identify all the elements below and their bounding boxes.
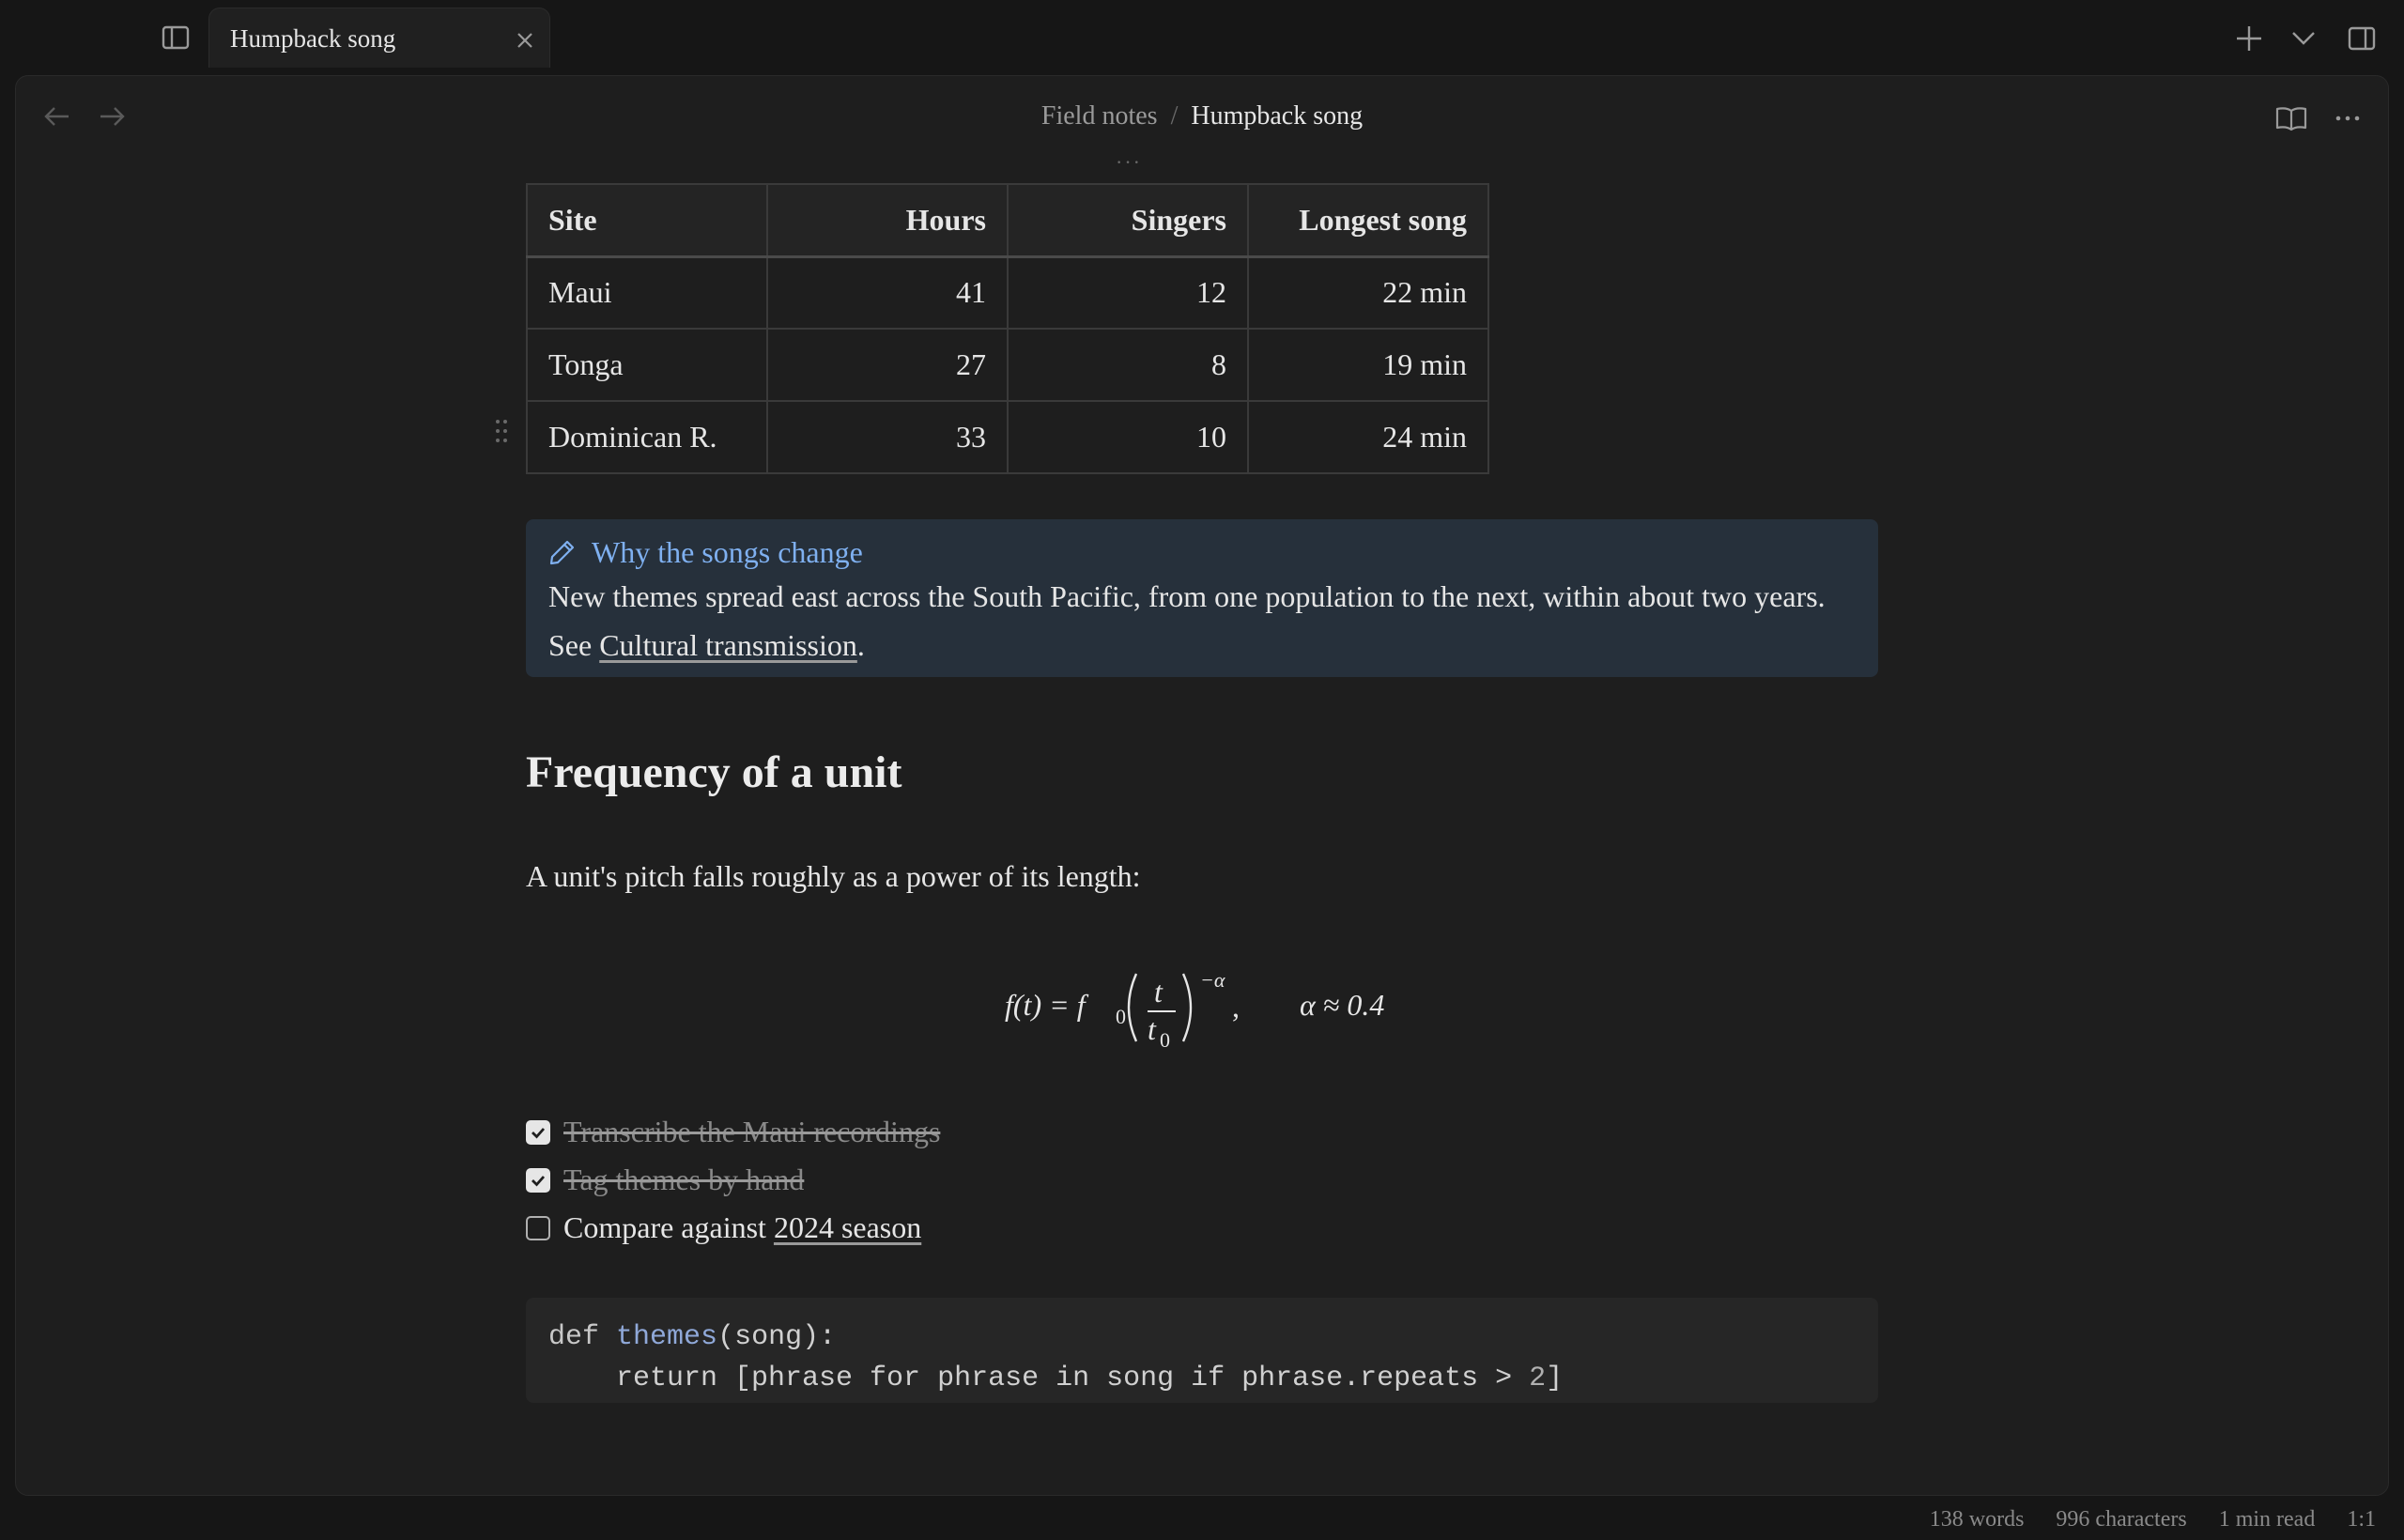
- table-cell[interactable]: 10: [1007, 400, 1249, 474]
- table-cell[interactable]: 22 min: [1247, 255, 1489, 330]
- pencil-icon: [549, 540, 575, 565]
- plus-icon[interactable]: [2231, 21, 2267, 56]
- table-cell[interactable]: Tonga: [526, 328, 768, 402]
- equation-denominator: t: [1148, 1012, 1157, 1046]
- note-content: Site Hours Singers Longest song Maui 41 …: [496, 183, 1878, 1403]
- task-item: Transcribe the Maui recordings: [526, 1108, 940, 1156]
- equation-lhs: f(t) = f: [1005, 988, 1089, 1022]
- table-cell[interactable]: 19 min: [1247, 328, 1489, 402]
- title-bar: Humpback song: [0, 0, 2404, 75]
- code-signature: (song):: [717, 1321, 837, 1353]
- checkbox-checked[interactable]: [526, 1167, 550, 1193]
- equation-den-subscript: 0: [1160, 1028, 1170, 1052]
- sidebar-toggle-icon[interactable]: [156, 21, 195, 54]
- data-table: Site Hours Singers Longest song Maui 41 …: [526, 183, 1489, 474]
- code-keyword: def: [548, 1321, 600, 1353]
- task-item: Tag themes by hand: [526, 1156, 940, 1204]
- code-block[interactable]: def themes(song): return [phrase for phr…: [526, 1298, 1878, 1403]
- callout-body-end: .: [856, 628, 865, 662]
- book-open-icon[interactable]: [2273, 100, 2310, 137]
- code-line: return [phrase for phrase in song if phr…: [548, 1363, 1530, 1394]
- code-number: 2: [1529, 1363, 1547, 1394]
- table-header-cell[interactable]: Longest song: [1247, 183, 1489, 257]
- close-icon[interactable]: [514, 29, 536, 52]
- table-row: Dominican R. 33 10 24 min: [526, 400, 1489, 474]
- table-cell[interactable]: 8: [1007, 328, 1249, 402]
- table-cell[interactable]: 12: [1007, 255, 1249, 330]
- callout-title-text: Why the songs change: [592, 535, 863, 569]
- table-header-cell[interactable]: Singers: [1007, 183, 1249, 257]
- equation-numerator: t: [1154, 975, 1163, 1009]
- code-function-name: themes: [616, 1321, 718, 1353]
- status-cursor-position[interactable]: 1:1: [2347, 1507, 2376, 1532]
- status-word-count[interactable]: 138 words: [1930, 1507, 2025, 1532]
- tab-title: Humpback song: [230, 24, 396, 53]
- equation-comma: ,: [1232, 990, 1240, 1024]
- status-read-time[interactable]: 1 min read: [2219, 1507, 2316, 1532]
- equation-alpha: α ≈ 0.4: [1300, 988, 1384, 1022]
- breadcrumb-parent[interactable]: Field notes: [1041, 101, 1158, 131]
- table-header-cell[interactable]: Site: [526, 183, 768, 257]
- paragraph: A unit's pitch falls roughly as a power …: [526, 859, 1141, 893]
- section-heading: Frequency of a unit: [526, 747, 902, 797]
- breadcrumb-separator: /: [1170, 101, 1179, 131]
- more-horizontal-icon[interactable]: [2329, 100, 2366, 137]
- internal-link[interactable]: Cultural transmission: [599, 628, 857, 662]
- task-text: Tag themes by hand: [563, 1163, 805, 1196]
- table-row: Tonga 27 8 19 min: [526, 328, 1489, 402]
- equation-subscript: 0: [1116, 1005, 1126, 1028]
- task-text: Transcribe the Maui recordings: [563, 1115, 941, 1148]
- chevron-down-icon[interactable]: [2286, 21, 2321, 56]
- checkbox-checked[interactable]: [526, 1119, 550, 1145]
- table-row: Maui 41 12 22 min: [526, 255, 1489, 330]
- breadcrumb: Field notes / Humpback song: [0, 98, 2404, 135]
- fold-indicator-icon: ···: [1116, 150, 1142, 174]
- math-equation: f(t) = f 0 t t 0 −α , α ≈ 0.4: [1005, 968, 1384, 1052]
- internal-link[interactable]: 2024 season: [774, 1210, 921, 1244]
- breadcrumb-current[interactable]: Humpback song: [1191, 101, 1363, 131]
- checkbox-unchecked[interactable]: [526, 1215, 550, 1240]
- task-text: Compare against 2024 season: [563, 1210, 921, 1245]
- table-cell[interactable]: 24 min: [1247, 400, 1489, 474]
- code-line-end: ]: [1546, 1363, 1564, 1394]
- callout-note: Why the songs change New themes spread e…: [526, 519, 1878, 677]
- table-header-cell[interactable]: Hours: [766, 183, 1009, 257]
- task-text-prefix: Compare against: [563, 1210, 774, 1244]
- sidebar-right-icon[interactable]: [2342, 21, 2381, 56]
- table-header-row: Site Hours Singers Longest song: [526, 183, 1489, 257]
- tab-humpback-song[interactable]: Humpback song: [208, 8, 550, 68]
- callout-title[interactable]: Why the songs change: [548, 532, 1856, 572]
- task-item: Compare against 2024 season: [526, 1204, 940, 1252]
- status-bar: 138 words 996 characters 1 min read 1:1: [1930, 1501, 2376, 1538]
- equation-exponent: −α: [1200, 968, 1225, 992]
- table-cell[interactable]: 33: [766, 400, 1009, 474]
- table-cell[interactable]: 27: [766, 328, 1009, 402]
- task-list: Transcribe the Maui recordings Tag theme…: [526, 1108, 940, 1252]
- callout-body: New themes spread east across the South …: [548, 572, 1856, 670]
- drag-handle-icon[interactable]: [494, 418, 513, 446]
- table-cell[interactable]: Dominican R.: [526, 400, 768, 474]
- table-cell[interactable]: 41: [766, 255, 1009, 330]
- table-cell[interactable]: Maui: [526, 255, 768, 330]
- status-character-count[interactable]: 996 characters: [2056, 1507, 2186, 1532]
